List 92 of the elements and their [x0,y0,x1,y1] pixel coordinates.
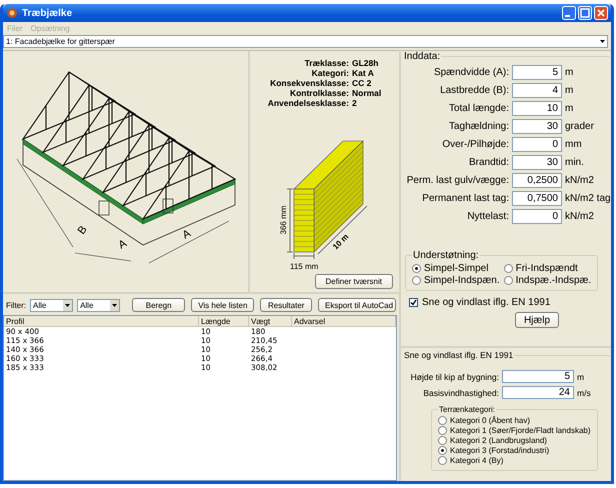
maximize-button[interactable] [578,6,592,20]
field-label: Spændvidde (A): [432,67,509,78]
unit-label: mm [565,139,583,150]
input-field[interactable]: 24 [502,386,574,399]
radio-label: Fri-Indspændt [516,263,578,274]
unit-label: kN/m2 [565,211,595,222]
radio-label: Kategori 3 (Forstad/industri) [450,446,550,455]
radio-button[interactable] [412,276,421,285]
input-field[interactable]: 0 [512,137,562,152]
input-field[interactable]: 0,2500 [512,173,562,188]
radio-label: Kategori 4 (By) [450,456,504,465]
property-value: 2 [352,98,358,108]
radio-button[interactable] [438,426,447,435]
column-header[interactable]: Advarsel [292,316,396,327]
radio-label: Kategori 1 (Søer/Fjorde/Fladt landskab) [450,426,591,435]
action-button[interactable]: Vis hele listen [191,298,254,312]
property-label: Konsekvensklasse: [269,78,349,88]
unit-label: m [565,85,574,96]
action-button[interactable]: Eksport til AutoCad [318,298,396,312]
action-button[interactable]: Resultater [260,298,312,312]
length-label: 10 m [331,232,350,252]
field-label: Over-/Pilhøjde: [441,139,509,150]
unit-label: kN/m2 tag [565,193,611,204]
radio-button[interactable] [438,416,447,425]
column-header[interactable]: Længde [199,316,249,327]
filter-dropdown[interactable]: Alle [77,298,120,312]
window-title: Træbjælke [22,8,74,18]
unit-label: m [577,372,586,382]
input-field[interactable]: 0 [512,209,562,224]
dimension-label: A [180,228,193,242]
radio-label: Kategori 0 (Åbent hav) [450,416,530,425]
field-label: Perm. last gulv/vægge: [406,175,509,186]
field-label: Brandtid: [468,157,509,168]
property-label: Anvendelsesklasse: [268,98,349,108]
radio-button[interactable] [412,264,421,273]
define-cross-section-button[interactable]: Definer tværsnit [314,274,393,289]
minimize-button[interactable] [562,6,576,20]
profile-dropdown[interactable]: 1: Facadebjælke for gitterspær [3,35,608,48]
input-field[interactable]: 5 [512,65,562,80]
dimension-label: B [76,224,90,237]
filter-dropdown[interactable]: Alle [30,298,74,312]
height-label: 366 mm [279,206,288,234]
radio-label: Simpel-Simpel [424,263,488,274]
radio-label: Indspæ.-Indspæ. [516,275,592,286]
property-label: Kategori: [310,68,349,78]
unit-label: m/s [577,388,592,398]
section-title: Inddata: [403,51,442,62]
property-value: Normal [352,88,382,98]
field-label: Lastbredde (B): [439,85,509,96]
radio-button[interactable] [438,446,447,455]
close-button[interactable] [594,6,608,20]
unit-label: kN/m2 [565,175,595,186]
unit-label: min. [565,157,585,168]
property-label: Træklasse: [304,58,349,68]
action-button[interactable]: Beregn [132,298,186,312]
help-button[interactable]: Hjælp [515,312,559,328]
column-header[interactable]: Profil [4,316,199,327]
property-value: Kat A [352,68,375,78]
field-label: Permanent last tag: [421,193,509,204]
radio-label: Simpel-Indspæn. [424,275,500,286]
app-icon [6,7,18,19]
property-value: CC 2 [352,78,372,88]
dimension-label: A [116,238,129,252]
filter-label: Filter: [6,300,26,310]
width-label: 115 mm [290,262,318,271]
input-field[interactable]: 5 [502,370,574,383]
radio-button[interactable] [504,264,513,273]
section-title: Sne og vindlast iflg. EN 1991 [403,350,514,360]
group-title: Terrænkategori: [438,405,496,414]
radio-label: Kategori 2 (Landbrugsland) [450,436,547,445]
column-header[interactable]: Vægt [249,316,292,327]
field-label: Total længde: [448,103,509,114]
group-title: Understøtning: [412,250,480,261]
property-value: GL28h [352,58,380,68]
radio-button[interactable] [438,456,447,465]
property-label: Kontrolklasse: [288,88,349,98]
unit-label: m [565,103,574,114]
field-label: Nyttelast: [466,211,509,222]
input-field[interactable]: 0,7500 [512,191,562,206]
radio-button[interactable] [504,276,513,285]
input-field[interactable]: 10 [512,101,562,116]
radio-button[interactable] [438,436,447,445]
checkbox-label: Sne og vindlast iflg. EN 1991 [422,297,550,308]
input-field[interactable]: 4 [512,83,562,98]
unit-label: m [565,67,574,78]
field-label: Højde til kip af bygning: [410,372,499,382]
field-label: Taghældning: [448,121,509,132]
input-field[interactable]: 30 [512,155,562,170]
field-label: Basisvindhastighed: [422,388,499,398]
input-field[interactable]: 30 [512,119,562,134]
unit-label: grader [565,121,595,132]
checkbox[interactable] [409,298,418,307]
